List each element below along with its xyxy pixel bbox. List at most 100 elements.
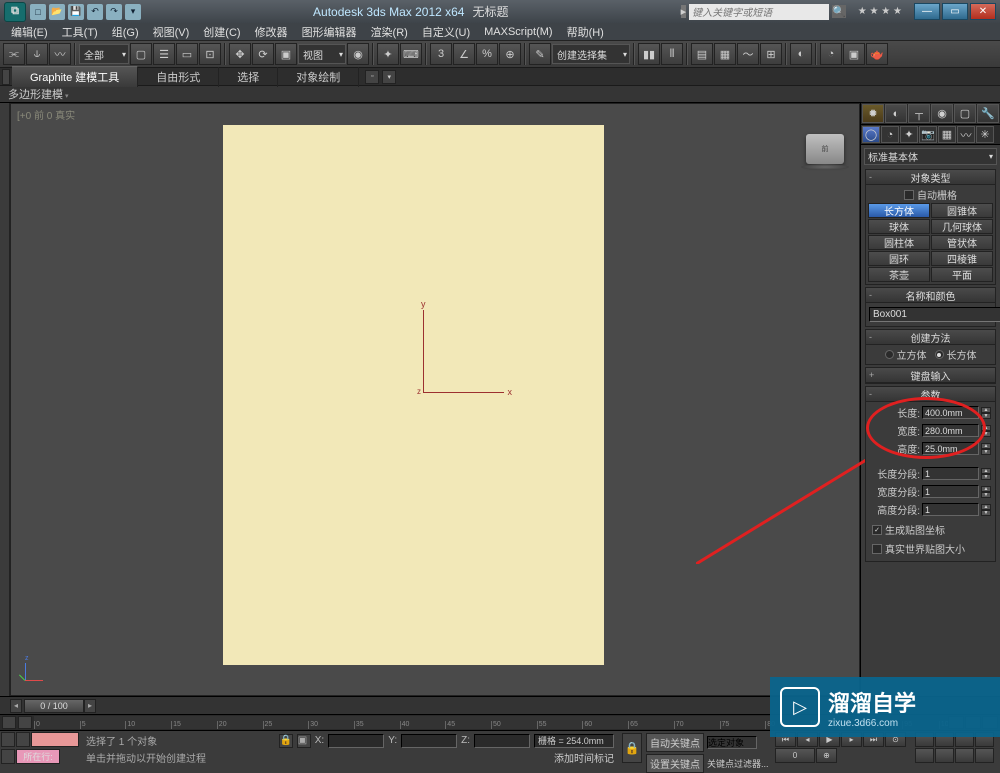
coord-y-field[interactable]	[401, 734, 457, 748]
infocenter-icon[interactable]: ▸	[681, 5, 687, 18]
select-region-icon[interactable]: ▭	[176, 43, 198, 65]
radio-box[interactable]	[935, 350, 944, 359]
search-go-icon[interactable]: 🔍	[832, 5, 846, 18]
selection-filter[interactable]: 全部	[79, 44, 129, 64]
key-filter-button[interactable]: 关键点过滤器...	[707, 757, 769, 770]
save-icon[interactable]: 💾	[68, 4, 84, 20]
widsegs-spinner-arrows[interactable]: ▲▼	[981, 486, 991, 498]
primitive-torus-button[interactable]: 圆环	[868, 251, 930, 266]
ribbon-minimize-icon[interactable]: ▫	[365, 70, 379, 84]
coord-x-field[interactable]	[328, 734, 384, 748]
isolate-lock-icon[interactable]: 🔒	[622, 733, 642, 763]
select-rotate-icon[interactable]: ⟳	[252, 43, 274, 65]
infocenter-search[interactable]: 键入关键字或短语	[689, 4, 829, 20]
menu-rendering[interactable]: 渲染(R)	[366, 24, 413, 40]
select-manipulate-icon[interactable]: ✦	[377, 43, 399, 65]
select-move-icon[interactable]: ✥	[229, 43, 251, 65]
minimize-button[interactable]: —	[914, 3, 940, 20]
auto-key-button[interactable]: 自动关键点	[646, 733, 704, 752]
trackbar-mini-icon[interactable]	[18, 716, 32, 729]
align-icon[interactable]: ⫴	[661, 43, 683, 65]
select-object-icon[interactable]: ▢	[130, 43, 152, 65]
primitive-teapot-button[interactable]: 茶壶	[868, 267, 930, 282]
viewport-front[interactable]: [+0 前 0 真实 前	[10, 103, 860, 696]
use-pivot-center-icon[interactable]: ◉	[347, 43, 369, 65]
zoom-all-icon[interactable]	[935, 748, 954, 763]
curve-editor-icon[interactable]: 〜	[737, 43, 759, 65]
zoom-extents-icon[interactable]	[915, 748, 934, 763]
ribbon-tab-objpaint[interactable]: 对象绘制	[278, 67, 359, 87]
angle-snap-icon[interactable]: ∠	[453, 43, 475, 65]
menu-grapheditors[interactable]: 图形编辑器	[297, 24, 362, 40]
lensegs-spinner[interactable]	[922, 467, 979, 480]
menu-tools[interactable]: 工具(T)	[57, 24, 103, 40]
ribbon-handle[interactable]	[2, 69, 10, 85]
maxscript-mini-icon[interactable]	[1, 732, 15, 747]
viewport-label[interactable]: [+0 前 0 真实	[17, 107, 75, 122]
link-icon[interactable]: ⫘	[3, 43, 25, 65]
close-button[interactable]: ✕	[970, 3, 996, 20]
ribbon-panel-polymodeling[interactable]: 多边形建模	[8, 86, 68, 102]
rollout-title-cremethod[interactable]: -创建方法	[866, 330, 995, 345]
geometry-subcategory-dropdown[interactable]: 标准基本体	[864, 148, 997, 165]
modify-tab-icon[interactable]: ◐	[885, 104, 907, 123]
motion-tab-icon[interactable]: ◉	[931, 104, 953, 123]
keyboard-shortcut-icon[interactable]: ⌨	[400, 43, 422, 65]
lock-selection-icon[interactable]: 🔒	[279, 734, 293, 748]
layer-manager-icon[interactable]: ▤	[691, 43, 713, 65]
height-spinner-arrows[interactable]: ▲▼	[981, 443, 991, 455]
display-tab-icon[interactable]: ▢	[954, 104, 976, 123]
menu-customize[interactable]: 自定义(U)	[417, 24, 475, 40]
select-by-name-icon[interactable]: ☰	[153, 43, 175, 65]
primitive-cone-button[interactable]: 圆锥体	[931, 203, 993, 218]
bind-spacewarp-icon[interactable]: 〰	[49, 43, 71, 65]
set-key-button[interactable]: 设置关键点	[646, 754, 704, 773]
viewport-object-plane[interactable]	[223, 125, 604, 665]
lights-category-icon[interactable]: ✦	[900, 126, 918, 143]
menu-views[interactable]: 视图(V)	[148, 24, 195, 40]
ribbon-tab-freeform[interactable]: 自由形式	[138, 67, 219, 87]
primitive-box-button[interactable]: 长方体	[868, 203, 930, 218]
mirror-icon[interactable]: ▮▮	[638, 43, 660, 65]
snap-toggle-icon[interactable]: 3	[430, 43, 452, 65]
object-name-field[interactable]	[869, 307, 1000, 322]
length-spinner-arrows[interactable]: ▲▼	[981, 407, 991, 419]
genmap-checkbox[interactable]: ✓	[872, 525, 882, 535]
open-icon[interactable]: 📂	[49, 4, 65, 20]
coord-mode-icon[interactable]: ▣	[297, 734, 311, 748]
maximize-button[interactable]: ▭	[942, 3, 968, 20]
primitive-cylinder-button[interactable]: 圆柱体	[868, 235, 930, 250]
percent-snap-icon[interactable]: %	[476, 43, 498, 65]
realworld-checkbox[interactable]	[872, 544, 882, 554]
radio-cube[interactable]	[885, 350, 894, 359]
new-icon[interactable]: □	[30, 4, 46, 20]
maxviewport-icon[interactable]	[975, 748, 994, 763]
macro-rec-field[interactable]	[31, 732, 79, 747]
primitive-tube-button[interactable]: 管状体	[931, 235, 993, 250]
window-crossing-icon[interactable]: ⊡	[199, 43, 221, 65]
menu-maxscript[interactable]: MAXScript(M)	[479, 26, 557, 38]
menu-group[interactable]: 组(G)	[107, 24, 144, 40]
time-config-icon[interactable]: ⊕	[816, 748, 837, 763]
undo-icon[interactable]: ↶	[87, 4, 103, 20]
coord-z-field[interactable]	[474, 734, 530, 748]
edit-named-sel-icon[interactable]: ✎	[529, 43, 551, 65]
time-prev-icon[interactable]: ◂	[10, 699, 22, 713]
graphite-toggle-icon[interactable]: ▦	[714, 43, 736, 65]
systems-category-icon[interactable]: ✳	[976, 126, 994, 143]
create-tab-icon[interactable]: ✹	[862, 104, 884, 123]
helpers-category-icon[interactable]: ▦	[938, 126, 956, 143]
ribbon-tab-modeling[interactable]: Graphite 建模工具	[12, 66, 138, 87]
time-next-icon[interactable]: ▸	[84, 699, 96, 713]
rollout-title-namecolor[interactable]: -名称和颜色	[866, 288, 995, 303]
primitive-sphere-button[interactable]: 球体	[868, 219, 930, 234]
cameras-category-icon[interactable]: 📷	[919, 126, 937, 143]
current-frame-field[interactable]: 0	[775, 748, 815, 763]
qat-dropdown-icon[interactable]: ▾	[125, 4, 141, 20]
selected-key-field[interactable]	[707, 736, 757, 749]
width-spinner-arrows[interactable]: ▲▼	[981, 425, 991, 437]
add-time-tag[interactable]: 添加时间标记	[554, 750, 614, 765]
select-scale-icon[interactable]: ▣	[275, 43, 297, 65]
redo-icon[interactable]: ↷	[106, 4, 122, 20]
menu-create[interactable]: 创建(C)	[198, 24, 245, 40]
